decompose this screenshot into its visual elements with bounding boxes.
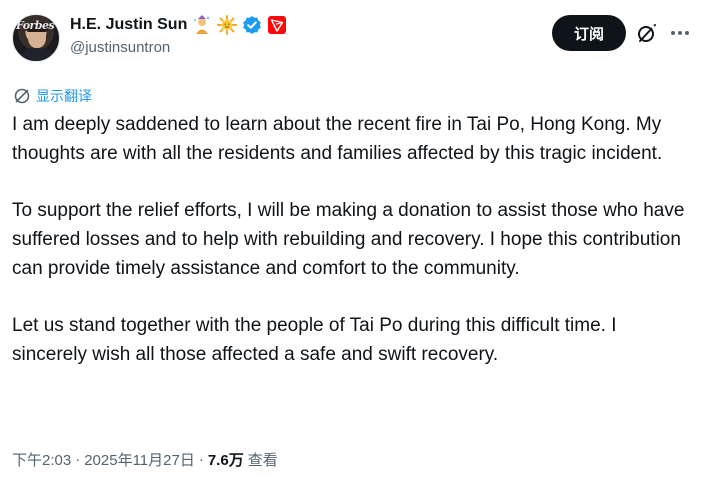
tweet-paragraph: Let us stand together with the people of… (12, 314, 617, 365)
user-names: H.E. Justin Sun @justinsuntron (70, 14, 287, 56)
tweet-paragraph: I am deeply saddened to learn about the … (12, 114, 663, 164)
tweet-date[interactable]: 2025年11月27日 (84, 449, 195, 470)
subscribe-button[interactable]: 订阅 (552, 15, 626, 51)
meta-separator: · (198, 451, 204, 468)
translate-icon (14, 88, 30, 104)
tweet-meta: 下午2:03 · 2025年11月27日 · 7.6万 查看 (12, 449, 278, 470)
avatar[interactable]: Forbes (12, 14, 60, 62)
show-translation-link[interactable]: 显示翻译 (13, 86, 92, 106)
tweet-paragraph: To support the relief efforts, I will be… (12, 200, 685, 279)
sun-emoji-icon (217, 15, 238, 35)
grok-icon[interactable] (636, 22, 658, 44)
display-name[interactable]: H.E. Justin Sun (70, 16, 187, 34)
mage-emoji-icon (192, 15, 212, 35)
tweet-text: I am deeply saddened to learn about the … (12, 111, 696, 369)
tron-logo-icon[interactable] (267, 15, 287, 35)
view-count[interactable]: 7.6万 (208, 449, 244, 470)
view-count-label: 查看 (247, 452, 278, 469)
show-translation-label[interactable]: 显示翻译 (36, 86, 92, 106)
tweet-header: Forbes H.E. Justin Sun @justinsuntron 订阅 (0, 0, 702, 80)
more-options-icon[interactable] (669, 22, 691, 44)
meta-separator: · (75, 451, 81, 468)
verified-icon[interactable] (242, 15, 262, 35)
avatar-magazine-text: Forbes (16, 19, 55, 32)
tweet-time[interactable]: 下午2:03 (12, 449, 71, 470)
user-handle[interactable]: @justinsuntron (70, 39, 287, 56)
